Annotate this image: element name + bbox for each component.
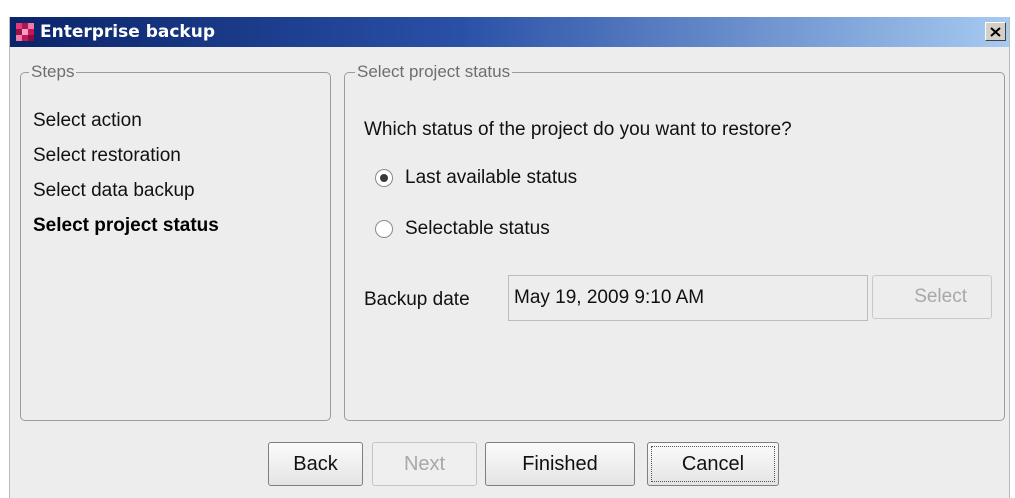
- window-title: Enterprise backup: [40, 22, 215, 42]
- backup-date-field: May 19, 2009 9:10 AM: [508, 275, 868, 321]
- step-select-restoration: Select restoration: [33, 145, 181, 166]
- radio-label-selectable[interactable]: Selectable status: [405, 218, 550, 240]
- finished-button[interactable]: Finished: [485, 442, 635, 486]
- radio-selected-dot: [380, 174, 388, 182]
- select-date-button[interactable]: Select: [872, 275, 992, 319]
- backup-date-label: Backup date: [364, 289, 470, 310]
- title-bar[interactable]: Enterprise backup: [10, 17, 1009, 47]
- enterprise-backup-dialog: Enterprise backup Steps Select action Se…: [9, 17, 1010, 498]
- steps-legend: Steps: [29, 62, 77, 82]
- project-status-legend: Select project status: [355, 62, 513, 82]
- step-select-data-backup: Select data backup: [33, 180, 195, 201]
- project-status-panel: Select project status Which status of th…: [344, 62, 1005, 421]
- close-icon: [990, 26, 1001, 37]
- steps-panel: Steps Select action Select restoration S…: [20, 62, 331, 421]
- cancel-button[interactable]: Cancel: [647, 442, 779, 486]
- next-button[interactable]: Next: [372, 442, 477, 486]
- radio-selectable-status[interactable]: [375, 220, 393, 238]
- step-select-project-status: Select project status: [33, 215, 219, 236]
- option-last-available-status[interactable]: Last available status: [375, 166, 577, 190]
- radio-label-last-available[interactable]: Last available status: [405, 167, 577, 189]
- focus-ring: [651, 446, 775, 482]
- close-button[interactable]: [985, 22, 1006, 41]
- radio-last-available-status[interactable]: [375, 169, 393, 187]
- enterprise-backup-app-icon: [16, 23, 34, 41]
- option-selectable-status[interactable]: Selectable status: [375, 217, 550, 241]
- back-button[interactable]: Back: [268, 442, 363, 486]
- step-select-action: Select action: [33, 110, 142, 131]
- restore-question: Which status of the project do you want …: [364, 119, 792, 140]
